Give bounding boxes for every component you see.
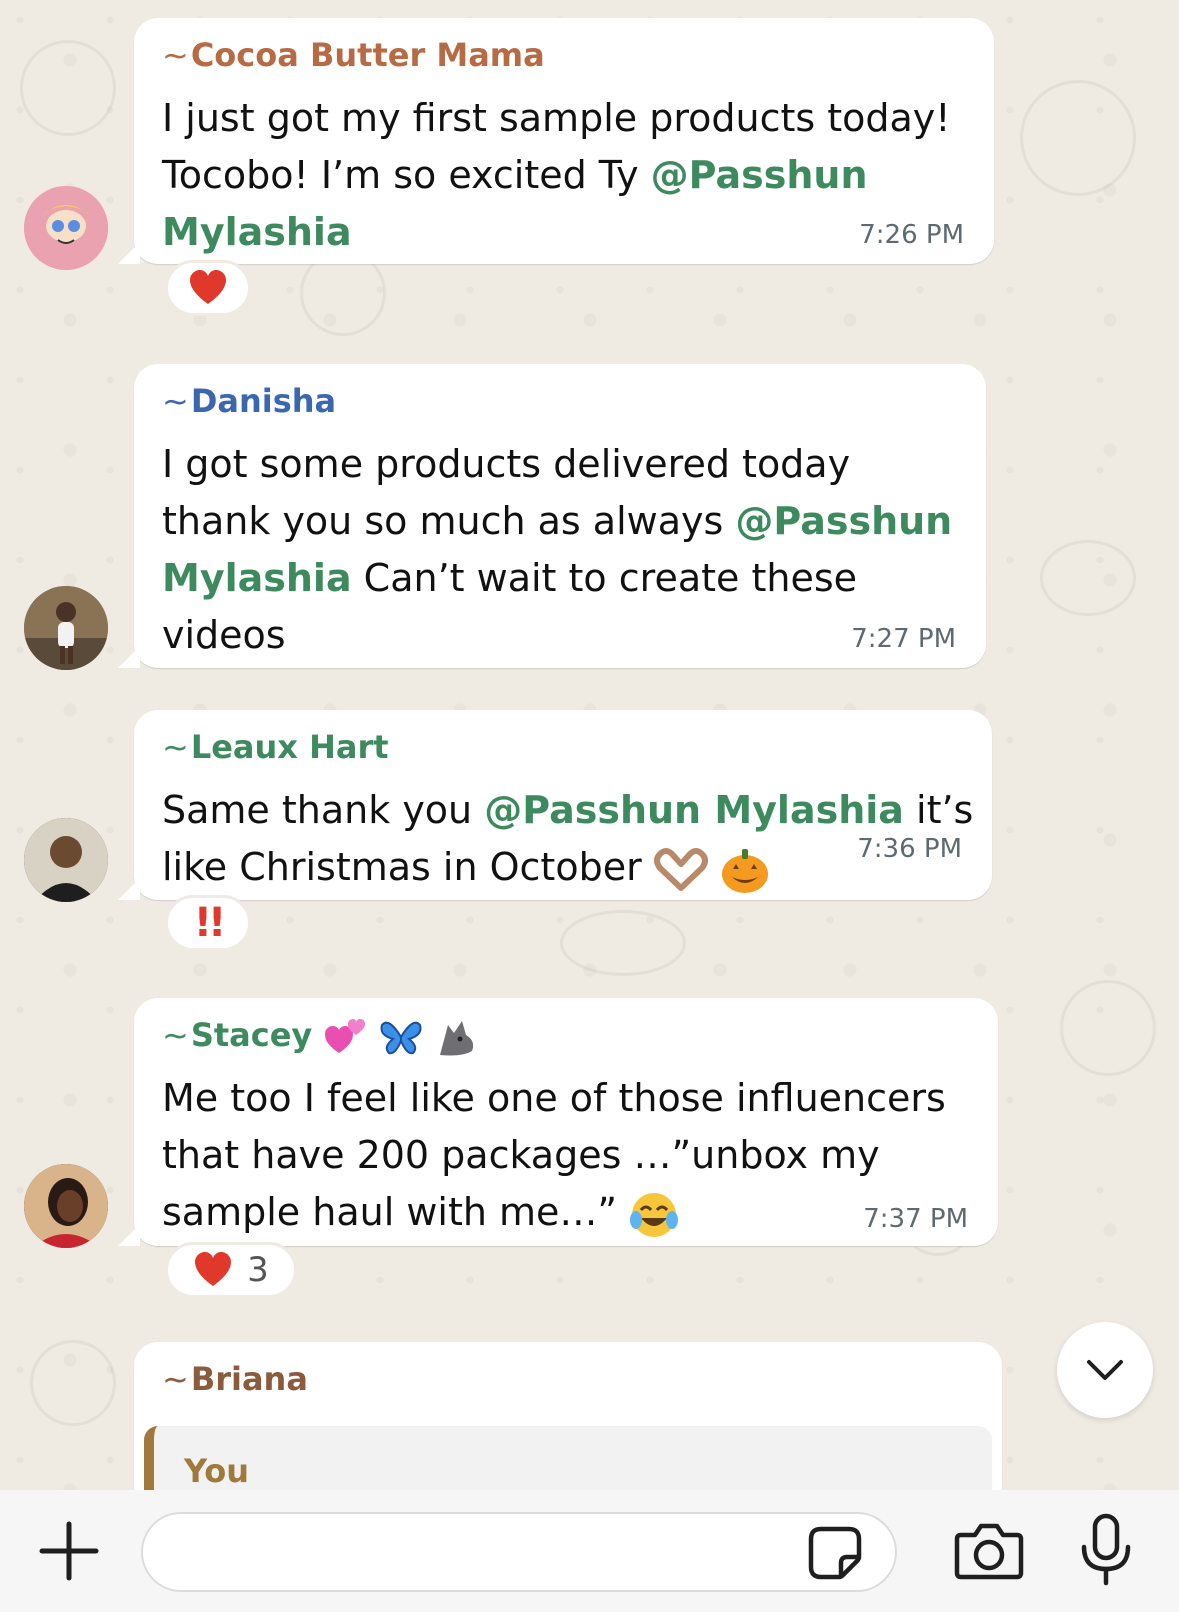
microphone-icon xyxy=(1081,1513,1131,1586)
message-timestamp: 7:27 PM xyxy=(851,624,956,654)
bubble-tail xyxy=(118,1224,140,1246)
sticker-button[interactable] xyxy=(806,1524,864,1582)
chevron-down-icon xyxy=(1087,1360,1123,1380)
wallpaper-doodle xyxy=(1040,540,1136,616)
bubble-tail xyxy=(118,878,140,900)
avatar[interactable] xyxy=(24,1164,108,1248)
bubble-tail xyxy=(118,646,140,668)
message-text: Same thank you @Passhun Mylashia it’s li… xyxy=(162,782,973,896)
avatar-image xyxy=(24,186,108,270)
message-bubble[interactable]: ~Danisha I got some products delivered t… xyxy=(118,364,986,668)
avatar-image xyxy=(24,818,108,902)
attach-button[interactable] xyxy=(36,1518,102,1584)
double-exclamation-icon: !! xyxy=(193,900,227,946)
reaction-badge[interactable] xyxy=(165,260,251,316)
scroll-to-bottom-button[interactable] xyxy=(1057,1322,1153,1418)
message-timestamp: 7:37 PM xyxy=(863,1204,968,1234)
wallpaper-doodle xyxy=(1020,80,1136,196)
wallpaper-doodle xyxy=(560,910,686,976)
avatar[interactable] xyxy=(24,186,108,270)
heart-icon xyxy=(190,270,226,304)
wallpaper-doodle xyxy=(20,40,116,136)
plus-icon xyxy=(39,1521,99,1581)
sender-name[interactable]: ~Briana xyxy=(162,1360,308,1398)
message-input[interactable] xyxy=(141,1512,897,1592)
wallpaper-doodle xyxy=(1060,980,1156,1076)
heart-icon xyxy=(195,1252,232,1286)
mention-link[interactable]: @Passhun xyxy=(735,499,952,543)
message-text: I got some products delivered today than… xyxy=(162,442,953,657)
mention-link[interactable]: Mylashia xyxy=(162,210,352,254)
camera-icon xyxy=(954,1523,1024,1580)
message-text: I just got my first sample products toda… xyxy=(162,96,951,254)
avatar-image xyxy=(24,1164,108,1248)
avatar-image xyxy=(24,586,108,670)
quoted-sender-name: You xyxy=(184,1452,249,1490)
mention-link[interactable]: @Passhun xyxy=(651,153,868,197)
message-bubble[interactable]: ~Cocoa Butter Mama I just got my first s… xyxy=(118,18,994,264)
jack-o-lantern-emoji xyxy=(721,848,768,893)
message-text: Me too I feel like one of those influenc… xyxy=(162,1070,946,1241)
message-timestamp: 7:26 PM xyxy=(859,220,964,250)
mention-link[interactable]: Mylashia xyxy=(162,556,352,600)
two-hearts-emoji xyxy=(325,1019,366,1053)
sender-name[interactable]: ~Danisha xyxy=(162,382,336,420)
sender-name[interactable]: ~Cocoa Butter Mama xyxy=(162,36,545,74)
butterfly-emoji xyxy=(380,1021,422,1055)
reaction-badge[interactable]: !! xyxy=(165,895,251,951)
composer-bar xyxy=(0,1490,1179,1612)
sticker-icon xyxy=(808,1526,862,1580)
sender-name[interactable]: ~Stacey xyxy=(162,1016,478,1057)
message-timestamp: 7:36 PM xyxy=(857,834,962,864)
avatar[interactable] xyxy=(24,818,108,902)
tears-of-joy-emoji xyxy=(630,1192,679,1237)
wallpaper-doodle xyxy=(30,1340,116,1426)
avatar[interactable] xyxy=(24,586,108,670)
quoted-message[interactable]: You xyxy=(144,1426,992,1490)
reaction-badge[interactable]: 3 xyxy=(165,1242,297,1298)
message-bubble[interactable]: ~Briana You xyxy=(134,1342,1002,1490)
camera-button[interactable] xyxy=(952,1518,1026,1584)
voice-message-button[interactable] xyxy=(1076,1512,1136,1588)
heart-hands-emoji xyxy=(653,847,708,891)
reaction-count: 3 xyxy=(247,1250,269,1290)
chat-area[interactable]: ~Cocoa Butter Mama I just got my first s… xyxy=(0,0,1179,1490)
wolf-emoji xyxy=(439,1021,473,1056)
message-bubble[interactable]: ~Stacey Me too I feel like one of those … xyxy=(118,998,998,1246)
message-bubble[interactable]: ~Leaux Hart Same thank you @Passhun Myla… xyxy=(118,710,992,900)
bubble-tail xyxy=(118,242,140,264)
mention-link[interactable]: @Passhun Mylashia xyxy=(484,788,904,832)
sender-name[interactable]: ~Leaux Hart xyxy=(162,728,389,766)
